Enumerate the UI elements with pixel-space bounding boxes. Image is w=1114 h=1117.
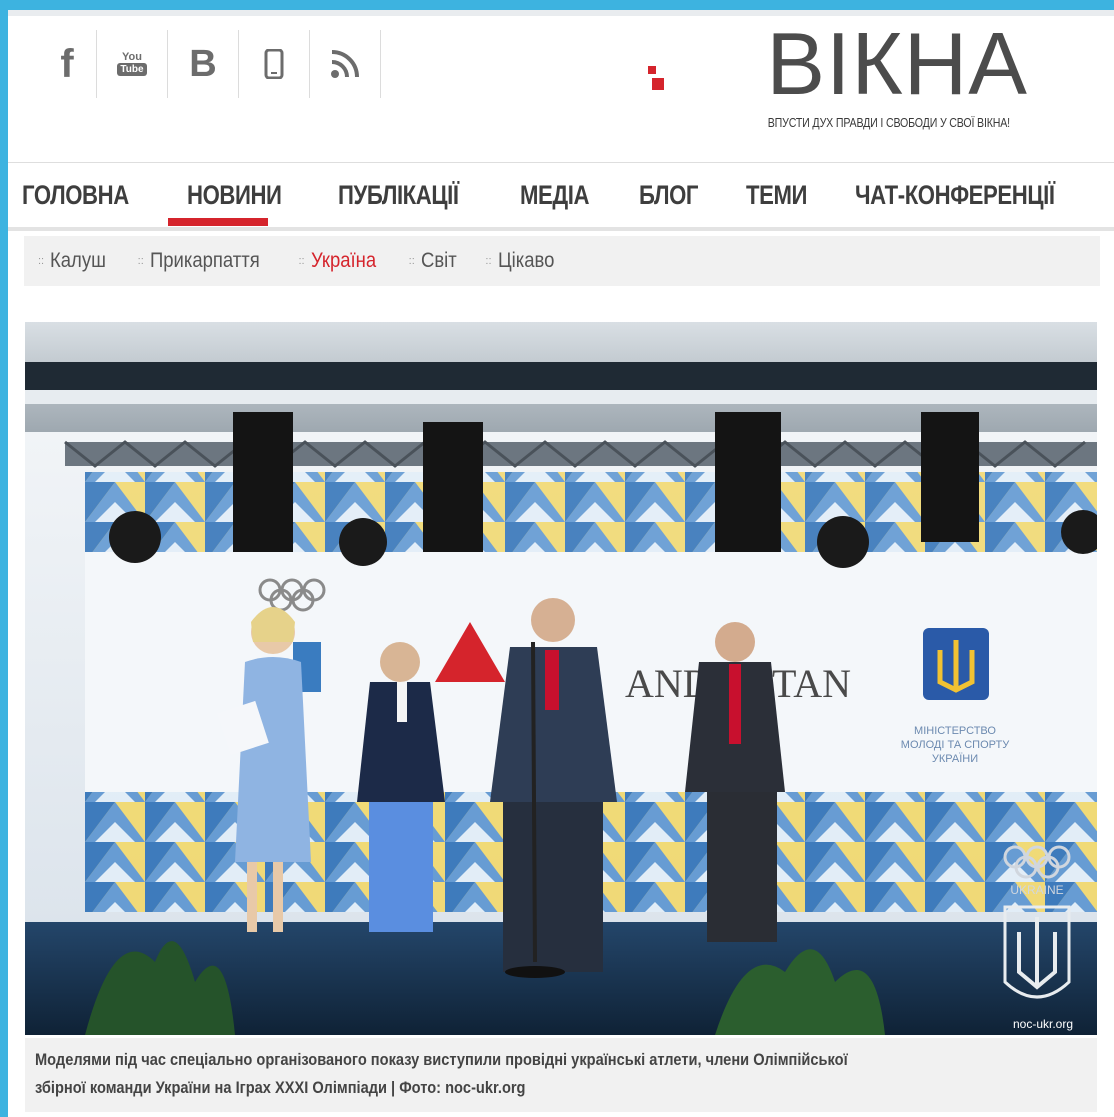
nav-item-novyny[interactable]: НОВИНИ <box>187 180 282 211</box>
subnav-item-kalush[interactable]: :: Калуш <box>38 249 114 273</box>
bullet-icon: :: <box>38 255 45 267</box>
page: f You Tube B ВІКНА ВПУСТИ ДУХ ПРАВДИ І С… <box>8 10 1114 1117</box>
facebook-icon[interactable]: f <box>38 30 97 98</box>
sub-nav: :: Калуш :: Прикарпаття :: Україна :: Світ :… <box>24 236 1100 286</box>
bullet-icon: :: <box>408 255 415 267</box>
ministry-line-1: МІНІСТЕРСТВО <box>914 725 996 737</box>
bullet-icon: :: <box>485 255 492 267</box>
subnav-item-prykarpattia[interactable]: :: Прикарпаття <box>138 249 275 273</box>
noc-label: UKRAINE <box>1010 883 1063 897</box>
photo-caption: Моделями під час спеціально організовано… <box>25 1038 1097 1112</box>
bullet-icon: :: <box>298 255 305 267</box>
caption-line-2: збірної команди України на Іграх ХХХІ Ол… <box>35 1078 526 1097</box>
logo-text: ВІКНА <box>766 14 1028 113</box>
nav-item-blog[interactable]: БЛОГ <box>639 180 698 211</box>
subnav-item-tsikavo[interactable]: :: Цікаво <box>485 249 561 273</box>
nav-item-temy[interactable]: ТЕМИ <box>746 180 807 211</box>
subnav-item-ukraina[interactable]: :: Україна <box>298 249 384 273</box>
ministry-line-3: УКРАЇНИ <box>932 753 978 765</box>
rss-icon[interactable] <box>310 30 381 98</box>
logo-accent-bar <box>648 66 656 74</box>
logo-accent-dot <box>652 78 664 90</box>
social-links: f You Tube B <box>38 30 381 102</box>
ministry-line-2: МОЛОДІ ТА СПОРТУ <box>901 739 1010 751</box>
photo-watermark: noc-ukr.org <box>1013 1017 1073 1031</box>
bullet-icon: :: <box>137 255 144 267</box>
nav-item-chat[interactable]: ЧАТ-КОНФЕРЕНЦІЇ <box>855 180 1055 211</box>
subnav-item-svit[interactable]: :: Світ <box>409 249 462 273</box>
nav-item-golovna[interactable]: ГОЛОВНА <box>22 180 129 211</box>
slogan: ВПУСТИ ДУХ ПРАВДИ І СВОБОДИ У СВОЇ ВІКНА… <box>767 116 1010 130</box>
youtube-icon[interactable]: You Tube <box>97 30 168 98</box>
caption-line-1: Моделями під час спеціально організовано… <box>35 1050 848 1069</box>
mobile-icon[interactable] <box>239 30 310 98</box>
vkontakte-icon[interactable]: B <box>168 30 239 98</box>
nav-item-media[interactable]: МЕДІА <box>520 180 589 211</box>
nav-item-publikatsii[interactable]: ПУБЛІКАЦІЇ <box>338 180 459 211</box>
nav-active-indicator <box>168 218 268 226</box>
article-photo[interactable]: ANDRE TAN МІНІСТЕРСТВО МОЛОДІ ТА СПОРТУ … <box>25 322 1097 1035</box>
site-logo[interactable]: ВІКНА ВПУСТИ ДУХ ПРАВДИ І СВОБОДИ У СВОЇ… <box>648 14 1028 130</box>
